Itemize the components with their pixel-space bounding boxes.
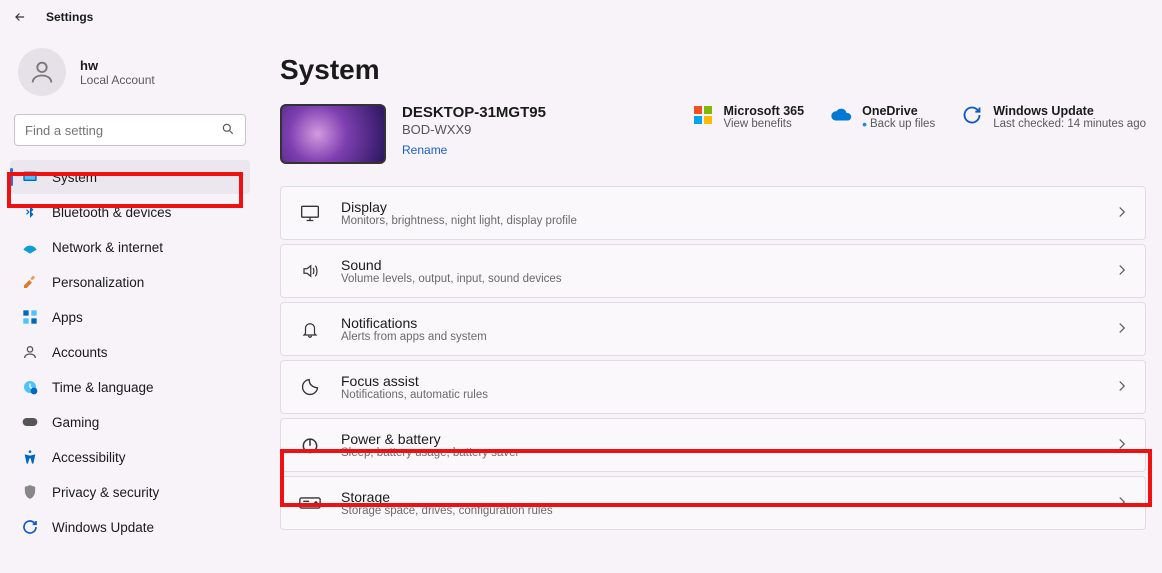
notifications-icon [299, 319, 321, 339]
tile-title: Microsoft 365 [724, 104, 805, 118]
sidebar-item-apps[interactable]: Apps [10, 300, 250, 334]
privacy-icon [22, 484, 38, 500]
hero-row: DESKTOP-31MGT95 BOD-WXX9 Rename Microsof… [280, 104, 1146, 164]
card-title: Power & battery [341, 431, 1117, 447]
update-icon [22, 519, 38, 535]
card-title: Focus assist [341, 373, 1117, 389]
page-title: System [280, 54, 1146, 86]
setting-card-display[interactable]: DisplayMonitors, brightness, night light… [280, 186, 1146, 240]
nav-list: System Bluetooth & devices Network & inter… [10, 160, 250, 544]
chevron-right-icon [1117, 321, 1127, 337]
update-icon [961, 104, 983, 126]
tile-title: Windows Update [993, 104, 1146, 118]
accounts-icon [22, 344, 38, 360]
sound-icon [299, 262, 321, 280]
app-title: Settings [46, 10, 93, 24]
onedrive-icon [830, 104, 852, 126]
tile-sub: View benefits [724, 118, 805, 130]
ms365-icon [692, 104, 714, 126]
nav-label: Apps [52, 310, 83, 325]
device-model: BOD-WXX9 [402, 122, 546, 137]
network-icon [22, 239, 38, 255]
card-sub: Notifications, automatic rules [341, 389, 1117, 401]
setting-card-sound[interactable]: SoundVolume levels, output, input, sound… [280, 244, 1146, 298]
sidebar-item-network[interactable]: Network & internet [10, 230, 250, 264]
sidebar-item-gaming[interactable]: Gaming [10, 405, 250, 439]
chevron-right-icon [1117, 263, 1127, 279]
main-content: System DESKTOP-31MGT95 BOD-WXX9 Rename M… [260, 34, 1162, 573]
sidebar-item-update[interactable]: Windows Update [10, 510, 250, 544]
setting-card-notifications[interactable]: NotificationsAlerts from apps and system [280, 302, 1146, 356]
setting-card-power[interactable]: Power & batterySleep, battery usage, bat… [280, 418, 1146, 472]
focus-icon [299, 377, 321, 397]
card-title: Sound [341, 257, 1117, 273]
card-title: Notifications [341, 315, 1117, 331]
sidebar-item-accounts[interactable]: Accounts [10, 335, 250, 369]
personalization-icon [22, 274, 38, 290]
tile-ms365[interactable]: Microsoft 365 View benefits [692, 104, 805, 130]
user-account-type: Local Account [80, 73, 155, 87]
card-sub: Monitors, brightness, night light, displ… [341, 215, 1117, 227]
tile-windows-update[interactable]: Windows Update Last checked: 14 minutes … [961, 104, 1146, 130]
avatar-icon [18, 48, 66, 96]
storage-icon [299, 496, 321, 510]
sidebar-item-system[interactable]: System [10, 160, 250, 194]
user-block[interactable]: hw Local Account [10, 42, 250, 110]
tile-title: OneDrive [862, 104, 935, 118]
rename-link[interactable]: Rename [402, 143, 546, 157]
tile-sub: Last checked: 14 minutes ago [993, 118, 1146, 130]
settings-list: DisplayMonitors, brightness, night light… [280, 186, 1146, 530]
search-icon [221, 122, 235, 139]
sidebar-item-time[interactable]: Time & language [10, 370, 250, 404]
nav-label: Windows Update [52, 520, 154, 535]
nav-label: Network & internet [52, 240, 163, 255]
device-name: DESKTOP-31MGT95 [402, 104, 546, 121]
device-block: DESKTOP-31MGT95 BOD-WXX9 Rename [280, 104, 546, 164]
tile-onedrive[interactable]: OneDrive •Back up files [830, 104, 935, 130]
nav-label: Time & language [52, 380, 154, 395]
card-sub: Volume levels, output, input, sound devi… [341, 273, 1117, 285]
sidebar: hw Local Account System Bluetooth & devic… [0, 34, 260, 573]
gaming-icon [22, 414, 38, 430]
apps-icon [22, 309, 38, 325]
card-sub: Alerts from apps and system [341, 331, 1117, 343]
search-box[interactable] [14, 114, 246, 146]
titlebar: Settings [0, 0, 1162, 34]
setting-card-storage[interactable]: StorageStorage space, drives, configurat… [280, 476, 1146, 530]
card-title: Display [341, 199, 1117, 215]
system-icon [22, 169, 38, 185]
user-name: hw [80, 58, 155, 73]
accessibility-icon [22, 449, 38, 465]
quick-tiles: Microsoft 365 View benefits OneDrive •Ba… [692, 104, 1147, 130]
device-image [280, 104, 386, 164]
nav-label: Accessibility [52, 450, 126, 465]
card-sub: Storage space, drives, configuration rul… [341, 505, 1117, 517]
nav-label: Gaming [52, 415, 99, 430]
sidebar-item-privacy[interactable]: Privacy & security [10, 475, 250, 509]
nav-label: System [52, 170, 97, 185]
chevron-right-icon [1117, 205, 1127, 221]
search-input[interactable] [25, 123, 221, 138]
sidebar-item-bluetooth[interactable]: Bluetooth & devices [10, 195, 250, 229]
chevron-right-icon [1117, 495, 1127, 511]
nav-label: Bluetooth & devices [52, 205, 171, 220]
bluetooth-icon [22, 204, 38, 220]
setting-card-focus[interactable]: Focus assistNotifications, automatic rul… [280, 360, 1146, 414]
sidebar-item-personalization[interactable]: Personalization [10, 265, 250, 299]
tile-sub: •Back up files [862, 118, 935, 130]
card-title: Storage [341, 489, 1117, 505]
display-icon [299, 204, 321, 222]
time-icon [22, 379, 38, 395]
nav-label: Privacy & security [52, 485, 159, 500]
nav-label: Accounts [52, 345, 108, 360]
power-icon [299, 435, 321, 455]
sidebar-item-accessibility[interactable]: Accessibility [10, 440, 250, 474]
chevron-right-icon [1117, 437, 1127, 453]
card-sub: Sleep, battery usage, battery saver [341, 447, 1117, 459]
chevron-right-icon [1117, 379, 1127, 395]
back-arrow-icon[interactable] [12, 9, 28, 25]
nav-label: Personalization [52, 275, 144, 290]
